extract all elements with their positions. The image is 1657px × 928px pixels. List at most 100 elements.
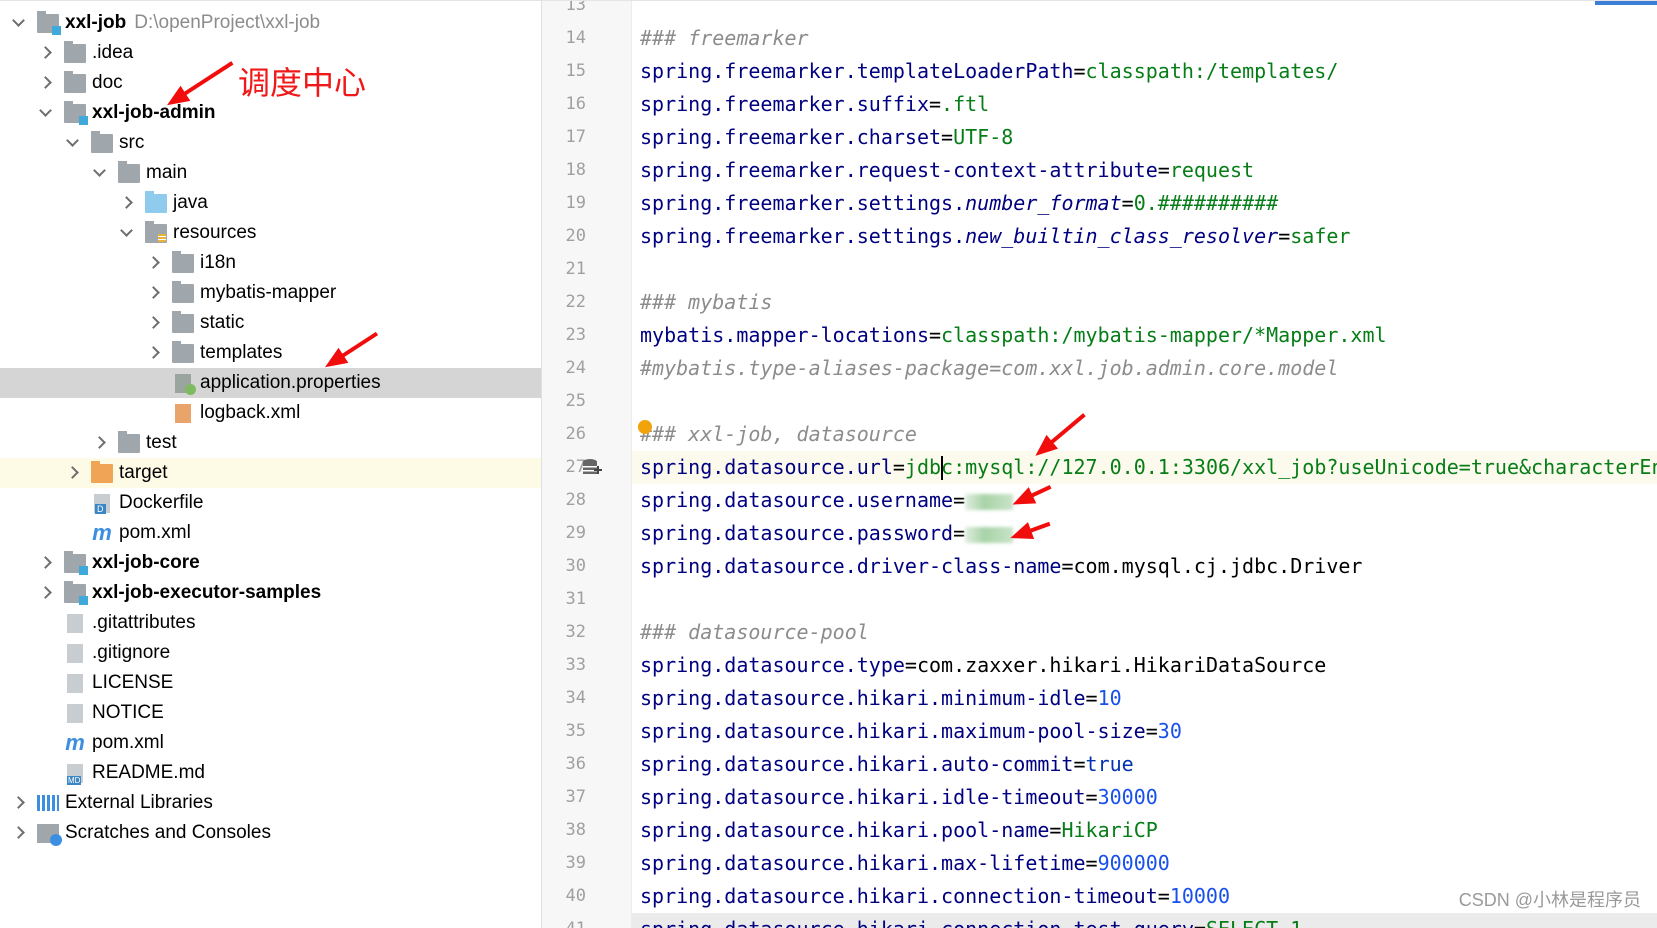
line-number: 25 bbox=[565, 391, 586, 411]
tree-item[interactable]: i18n bbox=[0, 248, 541, 278]
ignore-file-icon bbox=[67, 643, 83, 663]
code-line[interactable]: mybatis.mapper-locations=classpath:/myba… bbox=[632, 319, 1657, 352]
code-line[interactable]: ### xxl-job, datasource bbox=[632, 418, 1657, 451]
code-line[interactable]: spring.datasource.hikari.max-lifetime=90… bbox=[632, 847, 1657, 880]
folder-icon bbox=[64, 70, 86, 93]
chevron-down-icon[interactable] bbox=[10, 15, 26, 31]
property-value: classpath:/mybatis-mapper/*Mapper.xml bbox=[941, 323, 1387, 347]
code-line[interactable]: spring.datasource.hikari.minimum-idle=10 bbox=[632, 682, 1657, 715]
tree-item[interactable]: xxl-job-core bbox=[0, 548, 541, 578]
code-line[interactable]: spring.freemarker.settings.new_builtin_c… bbox=[632, 220, 1657, 253]
code-line[interactable]: spring.datasource.hikari.maximum-pool-si… bbox=[632, 715, 1657, 748]
properties-file-icon bbox=[175, 373, 196, 395]
code-line[interactable] bbox=[632, 1, 1657, 22]
chevron-right-icon[interactable] bbox=[37, 45, 53, 61]
module-folder-icon bbox=[37, 10, 61, 35]
tree-item[interactable]: target bbox=[0, 458, 541, 488]
tree-item[interactable]: java bbox=[0, 188, 541, 218]
property-key: spring.freemarker.suffix bbox=[640, 92, 929, 116]
tree-item-label: pom.xml bbox=[92, 732, 164, 753]
code-line[interactable]: spring.freemarker.settings.number_format… bbox=[632, 187, 1657, 220]
chevron-down-icon[interactable] bbox=[91, 165, 107, 181]
line-number: 17 bbox=[565, 127, 586, 147]
chevron-down-icon[interactable] bbox=[64, 135, 80, 151]
tree-item[interactable]: resources bbox=[0, 218, 541, 248]
chevron-right-icon bbox=[37, 705, 53, 721]
code-line[interactable]: spring.freemarker.request-context-attrib… bbox=[632, 154, 1657, 187]
tree-item[interactable]: .gitignore bbox=[0, 638, 541, 668]
code-line[interactable] bbox=[632, 385, 1657, 418]
code-editor[interactable]: 13 14 15 16 17 18 19 20 21 22 23 24 25 26 27 28 29 30 31 32… bbox=[542, 0, 1657, 928]
chevron-right-icon[interactable] bbox=[37, 75, 53, 91]
tree-item[interactable]: Scratches and Consoles bbox=[0, 818, 541, 848]
tree-item[interactable]: xxl-job-executor-samples bbox=[0, 578, 541, 608]
tree-item[interactable]: m pom.xml bbox=[0, 728, 541, 758]
separator: = bbox=[1194, 917, 1206, 928]
project-path: D:\openProject\xxl-job bbox=[134, 12, 321, 33]
separator: = bbox=[1049, 818, 1062, 842]
tree-item[interactable]: .gitattributes bbox=[0, 608, 541, 638]
chevron-down-icon[interactable] bbox=[37, 105, 53, 121]
code-line[interactable]: spring.freemarker.templateLoaderPath=cla… bbox=[632, 55, 1657, 88]
chevron-right-icon[interactable] bbox=[145, 255, 161, 271]
intention-bulb-icon[interactable] bbox=[638, 420, 652, 434]
tree-item-label: test bbox=[146, 432, 177, 453]
code-line[interactable]: spring.datasource.type=com.zaxxer.hikari… bbox=[632, 649, 1657, 682]
code-line[interactable]: ### datasource-pool bbox=[632, 616, 1657, 649]
tree-item[interactable]: mybatis-mapper bbox=[0, 278, 541, 308]
chevron-down-icon[interactable] bbox=[118, 225, 134, 241]
chevron-right-icon[interactable] bbox=[145, 285, 161, 301]
tree-item-label: main bbox=[146, 162, 188, 183]
property-value: 30 bbox=[1157, 719, 1182, 743]
code-line[interactable]: spring.datasource.hikari.idle-timeout=30… bbox=[632, 781, 1657, 814]
tree-item[interactable]: main bbox=[0, 158, 541, 188]
chevron-right-icon[interactable] bbox=[145, 315, 161, 331]
code-line[interactable]: spring.datasource.driver-class-name=com.… bbox=[632, 550, 1657, 583]
code-line[interactable]: spring.datasource.hikari.connection-test… bbox=[632, 913, 1657, 928]
tree-item-label: .gitignore bbox=[92, 642, 171, 663]
chevron-right-icon[interactable] bbox=[10, 795, 26, 811]
tree-item[interactable]: README.md bbox=[0, 758, 541, 788]
separator: = bbox=[1085, 851, 1098, 875]
tree-item[interactable]: External Libraries bbox=[0, 788, 541, 818]
database-icon[interactable] bbox=[582, 458, 602, 478]
chevron-right-icon[interactable] bbox=[145, 345, 161, 361]
code-line[interactable]: spring.freemarker.suffix=.ftl bbox=[632, 88, 1657, 121]
code-line[interactable]: spring.datasource.password= bbox=[632, 517, 1657, 550]
tree-item[interactable]: Dockerfile bbox=[0, 488, 541, 518]
tree-item[interactable]: logback.xml bbox=[0, 398, 541, 428]
chevron-right-icon[interactable] bbox=[37, 585, 53, 601]
code-line[interactable]: ### mybatis bbox=[632, 286, 1657, 319]
code-line[interactable] bbox=[632, 583, 1657, 616]
code-line[interactable]: spring.freemarker.charset=UTF-8 bbox=[632, 121, 1657, 154]
tree-item[interactable]: application.properties bbox=[0, 368, 541, 398]
code-line[interactable]: #mybatis.type-aliases-package=com.xxl.jo… bbox=[632, 352, 1657, 385]
chevron-right-icon[interactable] bbox=[118, 195, 134, 211]
tree-item[interactable]: xxl-job D:\openProject\xxl-job bbox=[0, 8, 541, 38]
chevron-right-icon[interactable] bbox=[91, 435, 107, 451]
tree-item-label: logback.xml bbox=[200, 402, 301, 423]
code-line[interactable]: spring.datasource.hikari.pool-name=Hikar… bbox=[632, 814, 1657, 847]
chevron-right-icon[interactable] bbox=[64, 465, 80, 481]
xml-file-icon bbox=[175, 403, 191, 423]
folder-icon bbox=[172, 340, 194, 363]
tree-item-label: Scratches and Consoles bbox=[65, 822, 271, 843]
tree-item[interactable]: src bbox=[0, 128, 541, 158]
tree-item-label: NOTICE bbox=[92, 702, 164, 723]
property-key: spring.datasource.hikari.auto-commit bbox=[640, 752, 1074, 776]
chevron-right-icon[interactable] bbox=[37, 555, 53, 571]
tree-item[interactable]: NOTICE bbox=[0, 698, 541, 728]
code-line[interactable]: spring.datasource.username= bbox=[632, 484, 1657, 517]
tree-item[interactable]: m pom.xml bbox=[0, 518, 541, 548]
chevron-right-icon[interactable] bbox=[10, 825, 26, 841]
code-line[interactable] bbox=[632, 253, 1657, 286]
tree-item[interactable]: static bbox=[0, 308, 541, 338]
tree-item-label: xxl-job-admin bbox=[92, 102, 216, 123]
tree-item[interactable]: test bbox=[0, 428, 541, 458]
tree-item[interactable]: LICENSE bbox=[0, 668, 541, 698]
line-number: 32 bbox=[565, 622, 586, 642]
code-line[interactable]: spring.datasource.hikari.auto-commit=tru… bbox=[632, 748, 1657, 781]
code-line[interactable]: ### freemarker bbox=[632, 22, 1657, 55]
tree-item[interactable]: templates bbox=[0, 338, 541, 368]
code-line[interactable]: spring.datasource.url=jdbc:mysql://127.0… bbox=[632, 451, 1657, 484]
